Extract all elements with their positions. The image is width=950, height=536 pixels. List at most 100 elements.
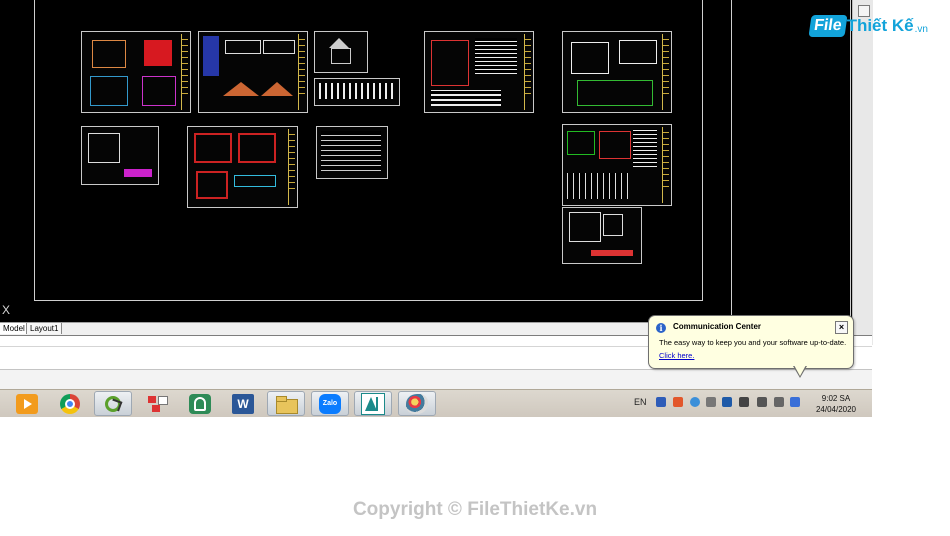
plan-mark	[238, 133, 276, 163]
balloon-tail-fill	[794, 365, 806, 376]
elevation-mark	[263, 40, 295, 54]
flag-tray-icon[interactable]	[757, 397, 767, 407]
chrome-button[interactable]	[51, 391, 89, 416]
title-block	[288, 129, 295, 205]
drawing-sheet-4[interactable]	[314, 78, 400, 106]
word-button[interactable]: W	[224, 391, 262, 416]
taskbar: W Zalo EN 9:02 SA 24/04/2020	[0, 389, 872, 417]
drawing-sheet-2[interactable]	[198, 31, 308, 113]
notes-mark	[431, 90, 501, 106]
roof-mark	[223, 82, 259, 96]
drawing-sheet-6[interactable]	[562, 31, 672, 113]
sheet-border-bottom	[34, 300, 703, 301]
plan-mark	[88, 133, 120, 163]
viewport-edge	[850, 0, 851, 322]
word-icon: W	[232, 393, 254, 414]
title-block	[524, 34, 531, 110]
app-grid-icon	[146, 394, 168, 414]
title-block	[662, 34, 669, 110]
media-player-icon	[16, 393, 38, 414]
plan-mark	[569, 212, 601, 242]
logo-name-text: Thiết Kế	[846, 16, 914, 35]
outer-border-right	[731, 0, 732, 322]
drawing-sheet-11[interactable]	[562, 207, 642, 264]
copyright-watermark: Copyright © FileThietKe.vn	[352, 499, 598, 520]
detail-mark	[577, 80, 653, 106]
click-here-link[interactable]: Click here.	[659, 351, 694, 360]
autocad-icon	[361, 392, 385, 415]
table-mark	[319, 83, 393, 99]
drawing-sheet-7[interactable]	[81, 126, 159, 185]
drawing-sheet-8[interactable]	[187, 126, 298, 208]
file-explorer-button[interactable]	[267, 391, 305, 416]
red-detail-mark	[599, 131, 631, 159]
house-mark	[331, 48, 351, 64]
speaker-tray-icon[interactable]	[706, 397, 716, 407]
zalo-icon: Zalo	[319, 393, 341, 414]
autocad-button[interactable]	[354, 391, 392, 416]
sheet-border-right	[702, 0, 703, 300]
plan-mark	[431, 40, 469, 86]
media-player-button[interactable]	[8, 391, 46, 416]
detail-mark	[603, 214, 623, 236]
chat-tray-icon[interactable]	[690, 397, 700, 407]
drawing-sheet-1[interactable]	[81, 31, 191, 113]
schedule-mark	[633, 129, 657, 167]
title-block	[298, 34, 305, 110]
section-mark	[90, 76, 128, 106]
drawing-sheet-3[interactable]	[314, 31, 368, 73]
vpn-app-button[interactable]	[181, 391, 219, 416]
window-right-strip	[852, 0, 873, 345]
red-fill-mark	[144, 40, 172, 66]
calendar-tray-icon[interactable]	[656, 397, 666, 407]
plan-mark	[196, 171, 228, 199]
info-icon: i	[656, 323, 666, 333]
network-tray-icon[interactable]	[739, 397, 749, 407]
tab-layout1[interactable]: Layout1	[26, 323, 63, 334]
title-block	[181, 34, 188, 110]
tab-model[interactable]: Model	[0, 323, 29, 334]
drawing-sheet-9[interactable]	[316, 126, 388, 179]
communication-center-balloon[interactable]: i Communication Center × The easy way to…	[648, 315, 854, 378]
system-clock[interactable]: 9:02 SA 24/04/2020	[806, 393, 866, 415]
detail-mark	[234, 175, 276, 187]
zalo-button[interactable]: Zalo	[311, 391, 349, 416]
blue-elevation-mark	[203, 36, 219, 76]
plan-mark	[619, 40, 657, 64]
vpn-app-icon	[189, 393, 211, 414]
house-mark	[329, 38, 349, 48]
file-explorer-icon	[275, 394, 298, 414]
shield-tray-icon[interactable]	[673, 397, 683, 407]
balloon-title: Communication Center	[673, 322, 762, 331]
volume-tray-icon[interactable]	[774, 397, 784, 407]
site-logo: File Thiết Kế .vn	[808, 10, 928, 42]
cad-drawing-area[interactable]: X	[0, 0, 852, 322]
snipping-tool-button[interactable]	[94, 391, 132, 416]
logo-domain-text: .vn	[914, 23, 928, 35]
title-block	[662, 127, 669, 203]
roof-mark	[261, 82, 293, 96]
drawing-sheet-10[interactable]	[562, 124, 672, 206]
notes-tray-icon[interactable]	[790, 397, 800, 407]
clock-time: 9:02 SA	[821, 394, 851, 403]
snipping-tool-icon	[105, 395, 123, 412]
chrome-icon	[60, 393, 80, 414]
elevation-mark	[225, 40, 261, 54]
detail-mark	[142, 76, 176, 106]
schedule-table-mark	[475, 38, 517, 74]
paint-icon	[406, 393, 428, 414]
plan-mark	[571, 42, 609, 74]
ucs-icon: X	[2, 303, 11, 317]
paint-button[interactable]	[398, 391, 436, 416]
green-detail-mark	[567, 131, 595, 155]
clock-date: 24/04/2020	[815, 405, 857, 414]
sheet-border-left	[34, 0, 35, 300]
drawing-sheet-5[interactable]	[424, 31, 534, 113]
table-mark	[321, 131, 381, 171]
close-button[interactable]: ×	[835, 321, 848, 334]
app-grid-button[interactable]	[138, 391, 176, 416]
status-bar	[0, 369, 872, 390]
red-bar-mark	[591, 250, 633, 256]
app-tray-icon[interactable]	[722, 397, 732, 407]
language-indicator[interactable]: EN	[634, 397, 647, 407]
